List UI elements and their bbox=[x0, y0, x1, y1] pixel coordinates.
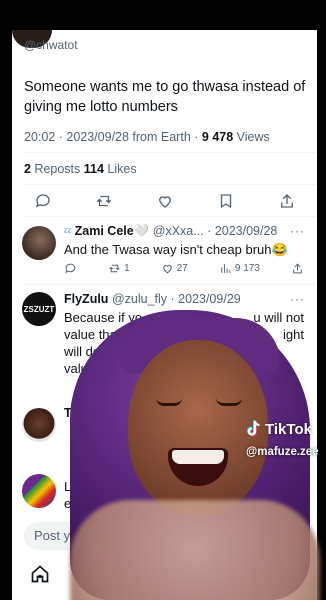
like-icon[interactable] bbox=[156, 192, 174, 210]
home-icon[interactable] bbox=[30, 564, 50, 584]
avatar[interactable] bbox=[22, 408, 56, 442]
avatar[interactable]: ZSZUZT bbox=[22, 292, 56, 326]
likes-count[interactable]: 114 bbox=[84, 162, 104, 176]
more-options-icon[interactable]: ··· bbox=[290, 224, 305, 238]
views-button[interactable]: 9 173 bbox=[219, 262, 260, 275]
tweet-text: Someone wants me to go thwasa instead of… bbox=[24, 79, 306, 115]
divider bbox=[24, 152, 317, 153]
teeth bbox=[172, 450, 224, 464]
share-icon bbox=[293, 263, 302, 274]
reposts-label[interactable]: Reposts bbox=[31, 162, 84, 176]
reply-header: ᶻᶻ Zami Cele🤍 @xXxa... · 2023/09/28 bbox=[64, 224, 277, 239]
reply-action-bar: 1 27 9 173 bbox=[64, 262, 304, 275]
tweet-action-bar bbox=[12, 192, 317, 210]
reply-author-name[interactable]: Zami Cele🤍 bbox=[75, 224, 150, 238]
views-label: Views bbox=[233, 130, 270, 144]
divider bbox=[24, 284, 317, 285]
reply-text: And the Twasa way isn't cheap bruh😂 bbox=[64, 242, 288, 257]
divider bbox=[24, 216, 317, 217]
reply-icon[interactable] bbox=[34, 192, 52, 210]
tweet-meta: 20:02 · 2023/09/28 from Earth · 9 478 Vi… bbox=[24, 130, 270, 144]
author-handle[interactable]: @chwatot bbox=[24, 38, 78, 52]
reposts-count[interactable]: 2 bbox=[24, 162, 31, 176]
reply-button[interactable] bbox=[64, 262, 77, 275]
views-count: 9 173 bbox=[234, 263, 260, 274]
repost-button[interactable]: 1 bbox=[108, 262, 130, 275]
tiktok-username: @mafuze.zee bbox=[246, 446, 319, 458]
reply-icon bbox=[65, 263, 76, 274]
likes-label[interactable]: Likes bbox=[104, 162, 136, 176]
views-count: 9 478 bbox=[201, 130, 234, 144]
tiktok-brand: TikTok bbox=[265, 420, 312, 438]
sleep-emoji-icon: ᶻᶻ bbox=[64, 227, 72, 238]
repost-count: 1 bbox=[124, 263, 130, 274]
reply-author-handle[interactable]: @xXxa... bbox=[153, 224, 204, 238]
separator: · bbox=[207, 224, 212, 238]
tiktok-watermark: TikTok bbox=[246, 420, 312, 438]
reply-date[interactable]: 2023/09/28 bbox=[215, 224, 278, 238]
share-button[interactable] bbox=[291, 262, 304, 275]
hand bbox=[70, 500, 320, 600]
views-icon bbox=[221, 264, 231, 273]
avatar[interactable] bbox=[22, 474, 56, 508]
repost-icon bbox=[109, 264, 120, 273]
like-count: 27 bbox=[176, 263, 188, 274]
avatar[interactable] bbox=[22, 226, 56, 260]
video-frame: @chwatot Someone wants me to go thwasa i… bbox=[0, 0, 326, 600]
engagement-stats: 2 Reposts 114 Likes bbox=[24, 162, 137, 176]
tweet-timestamp[interactable]: 20:02 · 2023/09/28 from Earth · bbox=[24, 130, 202, 144]
share-icon[interactable] bbox=[278, 192, 296, 210]
bookmark-icon[interactable] bbox=[217, 192, 235, 210]
eye bbox=[216, 398, 242, 406]
tiktok-logo-icon bbox=[247, 420, 260, 437]
divider bbox=[24, 184, 317, 185]
like-button[interactable]: 27 bbox=[161, 262, 188, 275]
repost-icon[interactable] bbox=[95, 192, 113, 210]
eye bbox=[156, 398, 182, 406]
like-icon bbox=[162, 265, 172, 274]
